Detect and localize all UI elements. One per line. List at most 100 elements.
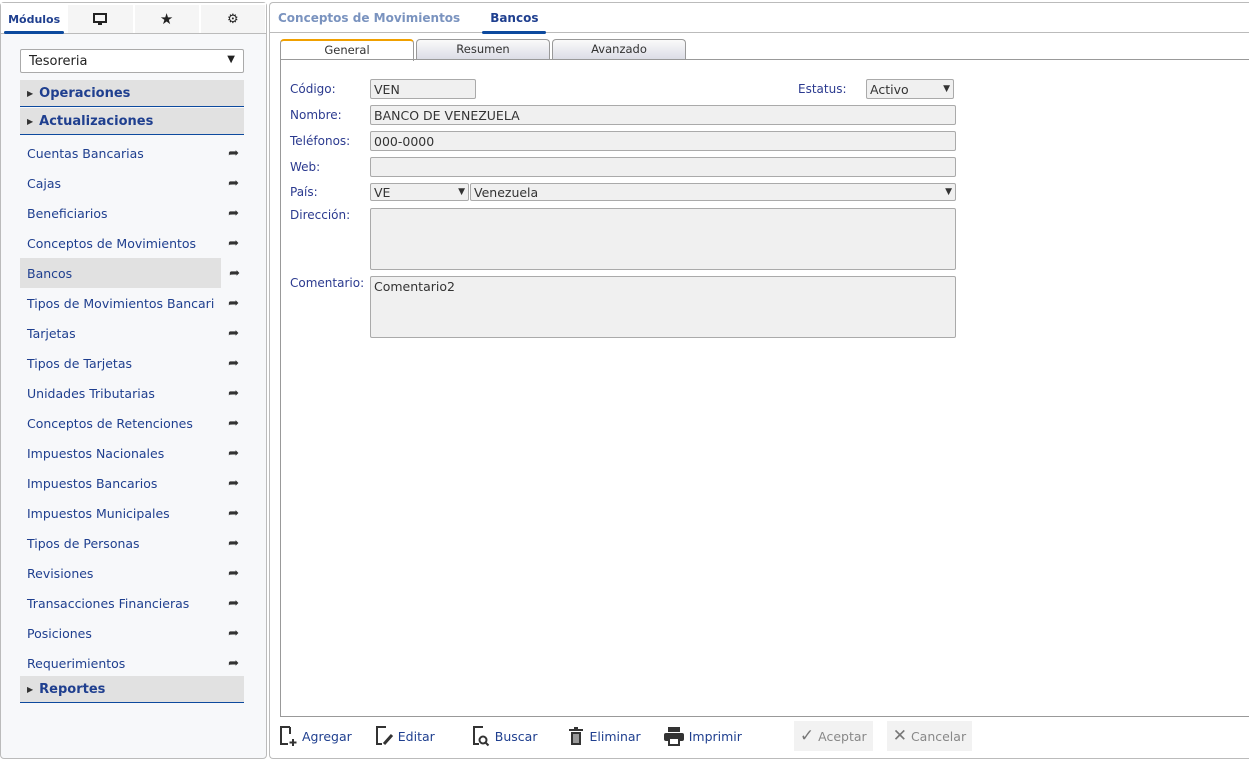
tab-modulos[interactable]: Módulos [2, 5, 67, 34]
web-label: Web: [290, 160, 321, 174]
comentario-textarea[interactable]: Comentario2 [370, 276, 956, 338]
sidebar-item[interactable]: Revisiones ➦ [20, 558, 244, 588]
sidebar-item[interactable]: Cajas ➦ [20, 168, 244, 198]
sidebar-item[interactable]: Beneficiarios ➦ [20, 198, 244, 228]
share-arrow-icon[interactable]: ➦ [228, 446, 239, 461]
buscar-button[interactable]: Buscar [471, 721, 537, 751]
comentario-label: Comentario: [290, 276, 365, 290]
main-area: Conceptos de Movimientos Bancos General … [269, 2, 1249, 759]
chevron-down-icon: ▼ [227, 54, 235, 65]
sidebar-item-label: Conceptos de Retenciones [27, 415, 193, 431]
sidebar-item-label: Tipos de Personas [27, 535, 140, 551]
direccion-textarea[interactable] [370, 208, 956, 270]
eliminar-button[interactable]: Eliminar [567, 721, 641, 751]
group-operaciones[interactable]: ▶ Operaciones [20, 80, 244, 107]
sidebar-item[interactable]: Conceptos de Retenciones ➦ [20, 408, 244, 438]
tab-monitor[interactable] [68, 5, 133, 33]
sidebar-item-label: Tarjetas [27, 325, 76, 341]
share-arrow-icon[interactable]: ➦ [228, 386, 239, 401]
share-arrow-icon[interactable]: ➦ [228, 596, 239, 611]
estatus-select[interactable]: Activo ▼ [866, 79, 954, 99]
estatus-label: Estatus: [798, 82, 847, 96]
sidebar-item-label: Requerimientos [27, 655, 126, 671]
sidebar-item-label: Impuestos Municipales [27, 505, 170, 521]
sidebar-item[interactable]: Unidades Tributarias ➦ [20, 378, 244, 408]
tab-bancos[interactable]: Bancos [482, 3, 547, 34]
tab-settings[interactable]: ⚙ [200, 5, 265, 33]
agregar-label: Agregar [302, 728, 352, 744]
toolbar: Agregar Editar Buscar Eliminar Imprimir … [278, 721, 986, 751]
codigo-field[interactable]: VEN [370, 79, 476, 99]
cancelar-button[interactable]: ✕ Cancelar [886, 721, 973, 751]
group-actualizaciones[interactable]: ▶ Actualizaciones [20, 108, 244, 135]
sidebar-item-label: Cajas [27, 175, 62, 191]
telefonos-field[interactable]: 000-0000 [370, 131, 956, 151]
sidebar-item[interactable]: Tipos de Tarjetas ➦ [20, 348, 244, 378]
share-arrow-icon[interactable]: ➦ [228, 506, 239, 521]
sidebar-item[interactable]: Tipos de Movimientos Bancari ➦ [20, 288, 244, 318]
caret-right-icon: ▶ [27, 116, 34, 126]
sidebar-item-label: Unidades Tributarias [27, 385, 155, 401]
sidebar-item[interactable]: Posiciones ➦ [20, 618, 244, 648]
caret-right-icon: ▶ [27, 684, 34, 694]
share-arrow-icon[interactable]: ➦ [228, 626, 239, 641]
tab-conceptos[interactable]: Conceptos de Movimientos [278, 3, 460, 33]
share-arrow-icon[interactable]: ➦ [229, 266, 240, 281]
monitor-icon [93, 12, 108, 25]
share-arrow-icon[interactable]: ➦ [228, 236, 239, 251]
sidebar-item-label: Tipos de Movimientos Bancari [27, 295, 215, 311]
web-field[interactable] [370, 157, 956, 177]
share-arrow-icon[interactable]: ➦ [228, 536, 239, 551]
share-arrow-icon[interactable]: ➦ [228, 146, 239, 161]
tab-favorites[interactable]: ★ [134, 5, 199, 33]
share-arrow-icon[interactable]: ➦ [228, 566, 239, 581]
search-icon [472, 726, 490, 747]
sidebar-item-label: Transacciones Financieras [27, 595, 190, 611]
editar-button[interactable]: Editar [374, 721, 435, 751]
sidebar-item-label: Conceptos de Movimientos [27, 235, 197, 251]
share-arrow-icon[interactable]: ➦ [228, 176, 239, 191]
share-arrow-icon[interactable]: ➦ [228, 326, 239, 341]
telefonos-label: Teléfonos: [290, 134, 351, 148]
pais-name-select[interactable]: Venezuela ▼ [470, 183, 956, 201]
tab-resumen[interactable]: Resumen [416, 39, 550, 59]
group-label: Actualizaciones [39, 113, 154, 129]
agregar-button[interactable]: Agregar [278, 721, 352, 751]
share-arrow-icon[interactable]: ➦ [228, 356, 239, 371]
sidebar-item[interactable]: Tarjetas ➦ [20, 318, 244, 348]
share-arrow-icon[interactable]: ➦ [228, 206, 239, 221]
group-reportes[interactable]: ▶ Reportes [20, 676, 244, 703]
sidebar-item[interactable]: Impuestos Municipales ➦ [20, 498, 244, 528]
edit-icon [375, 726, 393, 745]
tab-avanzado[interactable]: Avanzado [552, 39, 686, 59]
aceptar-button[interactable]: ✓ Aceptar [793, 721, 873, 751]
share-arrow-icon[interactable]: ➦ [228, 476, 239, 491]
sidebar-tabs: Módulos ★ ⚙ [1, 3, 266, 34]
aceptar-label: Aceptar [818, 728, 867, 744]
star-icon: ★ [159, 10, 174, 28]
group-label: Operaciones [39, 85, 131, 101]
sidebar-item[interactable]: Bancos ➦ [20, 258, 240, 288]
form-tabs: General Resumen Avanzado [280, 39, 686, 61]
imprimir-button[interactable]: Imprimir [663, 721, 742, 751]
sidebar-item[interactable]: Tipos de Personas ➦ [20, 528, 244, 558]
sidebar-item[interactable]: Impuestos Nacionales ➦ [20, 438, 244, 468]
share-arrow-icon[interactable]: ➦ [228, 296, 239, 311]
sidebar-item-label: Bancos [27, 265, 73, 281]
codigo-label: Código: [290, 82, 336, 96]
direccion-label: Dirección: [290, 208, 351, 222]
gears-icon: ⚙ [227, 11, 239, 27]
sidebar-item[interactable]: Conceptos de Movimientos ➦ [20, 228, 244, 258]
share-arrow-icon[interactable]: ➦ [228, 416, 239, 431]
nombre-field[interactable]: BANCO DE VENEZUELA [370, 105, 956, 125]
module-select[interactable]: Tesoreria ▼ [20, 49, 244, 73]
form-panel: Código: VEN Estatus: Activo ▼ Nombre: BAN… [280, 59, 1249, 717]
sidebar-item[interactable]: Impuestos Bancarios ➦ [20, 468, 244, 498]
nombre-label: Nombre: [290, 108, 342, 122]
sidebar-item[interactable]: Requerimientos ➦ [20, 648, 244, 678]
share-arrow-icon[interactable]: ➦ [228, 656, 239, 671]
sidebar-item[interactable]: Transacciones Financieras ➦ [20, 588, 244, 618]
tab-general[interactable]: General [280, 39, 414, 61]
sidebar-item[interactable]: Cuentas Bancarias ➦ [20, 138, 244, 168]
pais-code-select[interactable]: VE ▼ [370, 183, 469, 201]
